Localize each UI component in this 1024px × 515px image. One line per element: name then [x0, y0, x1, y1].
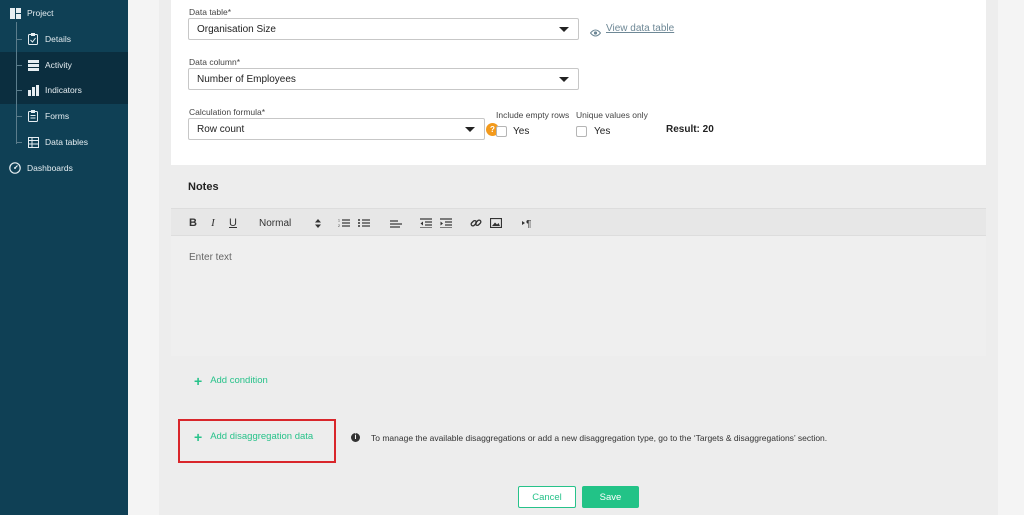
indent-icon[interactable] — [439, 215, 453, 231]
add-condition-label: Add condition — [210, 375, 268, 386]
outdent-icon[interactable] — [419, 215, 433, 231]
sidebar-item-dashboards[interactable]: Dashboards — [9, 158, 73, 178]
underline-button[interactable]: U — [227, 215, 239, 231]
include-empty-rows-option: Yes — [513, 126, 530, 137]
notes-title: Notes — [188, 181, 219, 193]
disaggregation-info-text: To manage the available disaggregations … — [371, 433, 828, 443]
add-disaggregation-label: Add disaggregation data — [210, 431, 314, 442]
add-condition-button[interactable]: + Add condition — [194, 372, 268, 389]
tree-tick — [16, 39, 22, 40]
sidebar-item-label: Dashboards — [27, 163, 73, 173]
unique-values-option: Yes — [594, 126, 611, 137]
main-content: Data table* Organisation Size View data … — [128, 0, 1024, 515]
info-icon: i — [351, 433, 360, 442]
include-empty-rows-label: Include empty rows — [496, 110, 570, 120]
sidebar-item-label: Activity — [45, 60, 72, 70]
data-column-select[interactable]: Number of Employees — [188, 68, 579, 90]
chevron-down-icon — [559, 27, 569, 32]
form-icon — [27, 110, 39, 122]
sidebar-item-forms[interactable]: Forms — [27, 106, 69, 126]
server-icon — [27, 59, 39, 71]
sidebar-item-label: Details — [45, 34, 71, 44]
text-style-value: Normal — [259, 217, 292, 229]
ordered-list-icon[interactable]: 12 — [337, 215, 351, 231]
calc-formula-select[interactable]: Row count — [188, 118, 485, 140]
sidebar-item-project[interactable]: Project — [9, 3, 53, 23]
tree-line — [16, 22, 17, 144]
sidebar-item-label: Indicators — [45, 85, 82, 95]
svg-text:2: 2 — [338, 224, 340, 228]
sidebar-item-label: Forms — [45, 111, 70, 121]
notes-editor[interactable]: Enter text — [171, 236, 986, 356]
eye-icon — [589, 24, 602, 42]
unique-values-label: Unique values only — [576, 110, 648, 120]
bullet-list-icon[interactable] — [357, 215, 371, 231]
chevron-down-icon — [465, 127, 475, 132]
sidebar-item-details[interactable]: Details — [27, 29, 71, 49]
data-table-label: Data table* — [189, 7, 232, 17]
result-value: Result: 20 — [666, 124, 714, 135]
calc-formula-value: Row count — [197, 123, 245, 135]
notes-placeholder: Enter text — [189, 252, 232, 263]
add-disaggregation-button[interactable]: + Add disaggregation data — [194, 428, 314, 445]
tree-tick — [16, 142, 22, 143]
tree-tick — [16, 65, 22, 66]
sidebar-item-indicators[interactable]: Indicators — [27, 80, 82, 100]
tree-tick — [16, 90, 22, 91]
tree-tick — [16, 116, 22, 117]
include-empty-rows-checkbox[interactable] — [496, 126, 507, 137]
svg-text:¶: ¶ — [526, 219, 531, 228]
unique-values-checkbox[interactable] — [576, 126, 587, 137]
text-style-select[interactable]: Normal — [259, 215, 299, 231]
data-table-select[interactable]: Organisation Size — [188, 18, 579, 40]
cancel-button[interactable]: Cancel — [518, 486, 576, 508]
save-button[interactable]: Save — [582, 486, 639, 508]
data-table-value: Organisation Size — [197, 23, 276, 35]
calc-formula-label: Calculation formula* — [189, 107, 266, 117]
link-icon[interactable] — [469, 215, 483, 231]
align-icon[interactable] — [389, 215, 403, 231]
image-icon[interactable] — [489, 215, 503, 231]
plus-icon: + — [194, 428, 203, 445]
gauge-icon — [9, 162, 21, 174]
svg-text:1: 1 — [338, 219, 340, 223]
data-column-value: Number of Employees — [197, 73, 296, 85]
chevron-down-icon — [559, 77, 569, 82]
sort-arrows-icon[interactable] — [313, 215, 323, 231]
project-icon — [9, 7, 21, 19]
table-icon — [27, 136, 39, 148]
clear-format-icon[interactable]: ¶ — [521, 215, 535, 231]
clipboard-icon — [27, 33, 39, 45]
bar-chart-icon — [27, 84, 39, 96]
view-data-table-link[interactable]: View data table — [606, 23, 674, 34]
bold-button[interactable]: B — [187, 215, 199, 231]
data-source-card: Data table* Organisation Size View data … — [171, 0, 986, 165]
sidebar-item-label: Project — [27, 8, 54, 18]
sidebar-item-label: Data tables — [45, 137, 88, 147]
italic-button[interactable]: I — [207, 215, 219, 231]
sidebar-item-data-tables[interactable]: Data tables — [27, 132, 88, 152]
rich-text-toolbar: B I U Normal 12 ¶ — [171, 208, 986, 236]
plus-icon: + — [194, 372, 203, 389]
data-column-label: Data column* — [189, 57, 241, 67]
sidebar: Project Details Activity Indicators Form… — [0, 0, 128, 515]
sidebar-item-activity[interactable]: Activity — [27, 55, 72, 75]
